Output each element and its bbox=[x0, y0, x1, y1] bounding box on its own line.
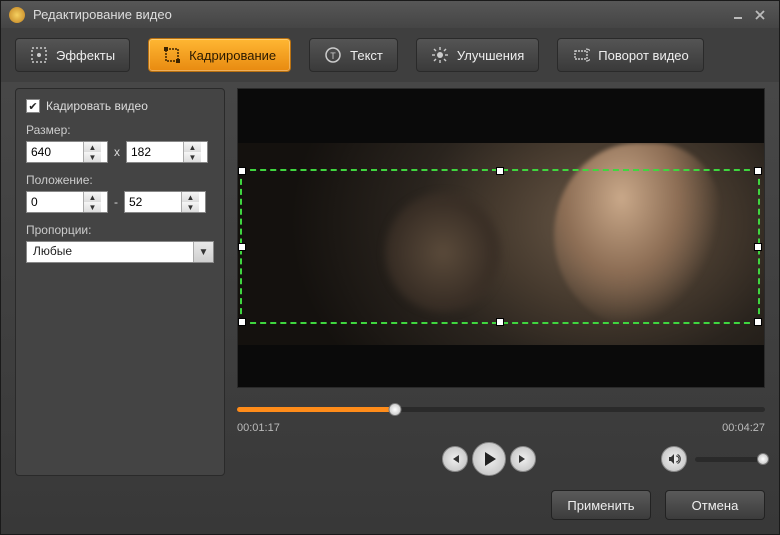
height-down[interactable]: ▼ bbox=[184, 152, 201, 162]
video-preview[interactable] bbox=[237, 88, 765, 388]
pos-separator: - bbox=[114, 195, 118, 209]
tab-enhance[interactable]: Улучшения bbox=[416, 38, 539, 72]
svg-text:T: T bbox=[330, 51, 336, 61]
app-icon bbox=[9, 7, 25, 23]
posx-up[interactable]: ▲ bbox=[84, 192, 101, 202]
enhance-icon bbox=[431, 46, 449, 64]
tab-label: Текст bbox=[350, 48, 383, 63]
crop-enable-row[interactable]: ✔ Кадировать видео bbox=[26, 99, 214, 113]
prev-button[interactable] bbox=[442, 446, 468, 472]
timeline-progress bbox=[237, 407, 395, 412]
close-button[interactable] bbox=[749, 6, 771, 24]
width-up[interactable]: ▲ bbox=[84, 142, 101, 152]
timeline[interactable] bbox=[237, 402, 765, 416]
size-separator: x bbox=[114, 145, 120, 159]
crop-handle-mr[interactable] bbox=[754, 243, 762, 251]
tab-label: Кадрирование bbox=[189, 48, 276, 63]
volume-button[interactable] bbox=[661, 446, 687, 472]
crop-checkbox-label: Кадировать видео bbox=[46, 99, 148, 113]
posy-input[interactable] bbox=[125, 192, 181, 212]
crop-rectangle[interactable] bbox=[240, 169, 760, 324]
tab-effects[interactable]: Эффекты bbox=[15, 38, 130, 72]
crop-handle-tl[interactable] bbox=[238, 167, 246, 175]
tab-text[interactable]: T Текст bbox=[309, 38, 398, 72]
tab-label: Поворот видео bbox=[598, 48, 689, 63]
posy-spinner[interactable]: ▲▼ bbox=[124, 191, 206, 213]
preview-column: 00:01:17 00:04:27 bbox=[237, 88, 765, 476]
video-editor-window: Редактирование видео Эффекты Кадрировани… bbox=[0, 0, 780, 535]
aspect-select[interactable]: Любые ▼ bbox=[26, 241, 214, 263]
position-label: Положение: bbox=[26, 173, 214, 187]
timeline-knob[interactable] bbox=[389, 403, 402, 416]
timeline-track[interactable] bbox=[237, 407, 765, 412]
tab-crop[interactable]: Кадрирование bbox=[148, 38, 291, 72]
posx-input[interactable] bbox=[27, 192, 83, 212]
tabbar: Эффекты Кадрирование T Текст Улучшения П… bbox=[1, 28, 779, 82]
posx-down[interactable]: ▼ bbox=[84, 202, 101, 212]
tab-label: Улучшения bbox=[457, 48, 524, 63]
minimize-button[interactable] bbox=[727, 6, 749, 24]
next-button[interactable] bbox=[510, 446, 536, 472]
size-label: Размер: bbox=[26, 123, 214, 137]
content-area: ✔ Кадировать видео Размер: ▲▼ x ▲▼ Полож… bbox=[1, 82, 779, 476]
window-title: Редактирование видео bbox=[33, 7, 727, 22]
player-controls bbox=[237, 442, 765, 476]
aspect-value: Любые bbox=[27, 242, 193, 262]
rotate-icon bbox=[572, 46, 590, 64]
width-down[interactable]: ▼ bbox=[84, 152, 101, 162]
aspect-label: Пропорции: bbox=[26, 223, 214, 237]
crop-settings-panel: ✔ Кадировать видео Размер: ▲▼ x ▲▼ Полож… bbox=[15, 88, 225, 476]
width-spinner[interactable]: ▲▼ bbox=[26, 141, 108, 163]
aspect-dropdown-button[interactable]: ▼ bbox=[193, 242, 213, 262]
crop-handle-ml[interactable] bbox=[238, 243, 246, 251]
height-up[interactable]: ▲ bbox=[184, 142, 201, 152]
crop-handle-tc[interactable] bbox=[496, 167, 504, 175]
height-input[interactable] bbox=[127, 142, 183, 162]
play-button[interactable] bbox=[472, 442, 506, 476]
text-icon: T bbox=[324, 46, 342, 64]
posy-down[interactable]: ▼ bbox=[182, 202, 199, 212]
play-icon bbox=[485, 452, 496, 466]
time-current: 00:01:17 bbox=[237, 422, 280, 434]
crop-handle-br[interactable] bbox=[754, 318, 762, 326]
time-total: 00:04:27 bbox=[722, 422, 765, 434]
crop-icon bbox=[163, 46, 181, 64]
width-input[interactable] bbox=[27, 142, 83, 162]
posy-up[interactable]: ▲ bbox=[182, 192, 199, 202]
footer: Применить Отмена bbox=[1, 476, 779, 534]
crop-handle-tr[interactable] bbox=[754, 167, 762, 175]
crop-handle-bl[interactable] bbox=[238, 318, 246, 326]
cancel-button[interactable]: Отмена bbox=[665, 490, 765, 520]
apply-button[interactable]: Применить bbox=[551, 490, 651, 520]
tab-rotate[interactable]: Поворот видео bbox=[557, 38, 704, 72]
height-spinner[interactable]: ▲▼ bbox=[126, 141, 208, 163]
posx-spinner[interactable]: ▲▼ bbox=[26, 191, 108, 213]
titlebar: Редактирование видео bbox=[1, 1, 779, 28]
volume-knob[interactable] bbox=[757, 453, 769, 465]
volume-slider[interactable] bbox=[695, 457, 765, 462]
crop-checkbox[interactable]: ✔ bbox=[26, 99, 40, 113]
crop-handle-bc[interactable] bbox=[496, 318, 504, 326]
tab-label: Эффекты bbox=[56, 48, 115, 63]
effects-icon bbox=[30, 46, 48, 64]
